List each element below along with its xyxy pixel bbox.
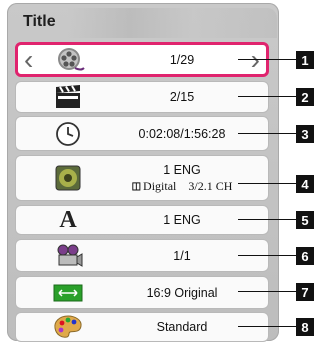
callout-badge-7: 7	[296, 283, 314, 301]
palette-icon	[51, 313, 85, 341]
callout-badge-1: 1	[296, 51, 314, 69]
angle-value: 1/1	[173, 248, 191, 263]
callout-badge-6: 6	[296, 247, 314, 265]
audio-language: 1 ENG	[163, 162, 201, 177]
callout-badge-4: 4	[296, 175, 314, 193]
chapter-value: 2/15	[169, 90, 195, 104]
film-reel-icon	[53, 46, 87, 74]
camera-angle-icon	[51, 242, 85, 270]
audio-channels: 3/2.1 CH	[188, 178, 233, 193]
callout-line-5	[238, 219, 296, 220]
callout-badge-5: 5	[296, 211, 314, 229]
callout-line-2	[238, 96, 296, 97]
callout-line-8	[238, 326, 296, 327]
time-value: 0:02:08/1:56:28	[138, 126, 226, 141]
audio-row[interactable]: 1 ENG ◫ Digital 3/2.1 CH	[15, 155, 269, 201]
audio-value: 1 ENG ◫ Digital 3/2.1 CH	[106, 156, 258, 200]
callout-line-1	[238, 59, 296, 60]
title-value: 1/29	[169, 52, 195, 67]
dolby-logo-icon: ◫	[131, 180, 142, 192]
chevron-left-icon[interactable]: ‹	[24, 45, 33, 74]
picture-mode-row[interactable]: Standard	[15, 312, 269, 342]
callout-line-4	[238, 183, 296, 184]
speaker-icon	[51, 164, 85, 192]
panel-title: Title	[23, 13, 56, 30]
title-header-background	[67, 8, 277, 38]
callout-line-3	[238, 133, 296, 134]
audio-format: Digital	[143, 178, 177, 193]
callout-badge-3: 3	[296, 125, 314, 143]
callout-badge-2: 2	[296, 88, 314, 106]
title-row[interactable]: ‹ 1/29 ›	[15, 42, 269, 77]
picture-mode-value: Standard	[156, 320, 208, 334]
aspect-value: 16:9 Original	[146, 285, 218, 300]
subtitle-value: 1 ENG	[163, 213, 201, 227]
aspect-ratio-icon	[51, 279, 85, 307]
clock-icon	[51, 120, 85, 148]
callout-badge-8: 8	[296, 318, 314, 336]
subtitle-row[interactable]: A 1 ENG	[15, 205, 269, 235]
time-row[interactable]: 0:02:08/1:56:28	[15, 116, 269, 151]
chapter-row[interactable]: 2/15	[15, 81, 269, 113]
tv-aspect-row[interactable]: 16:9 Original	[15, 276, 269, 309]
callout-line-6	[238, 255, 296, 256]
callout-line-7	[238, 291, 296, 292]
subtitle-a-icon: A	[59, 206, 77, 233]
clapperboard-icon	[51, 83, 85, 111]
angle-row[interactable]: 1/1	[15, 239, 269, 272]
